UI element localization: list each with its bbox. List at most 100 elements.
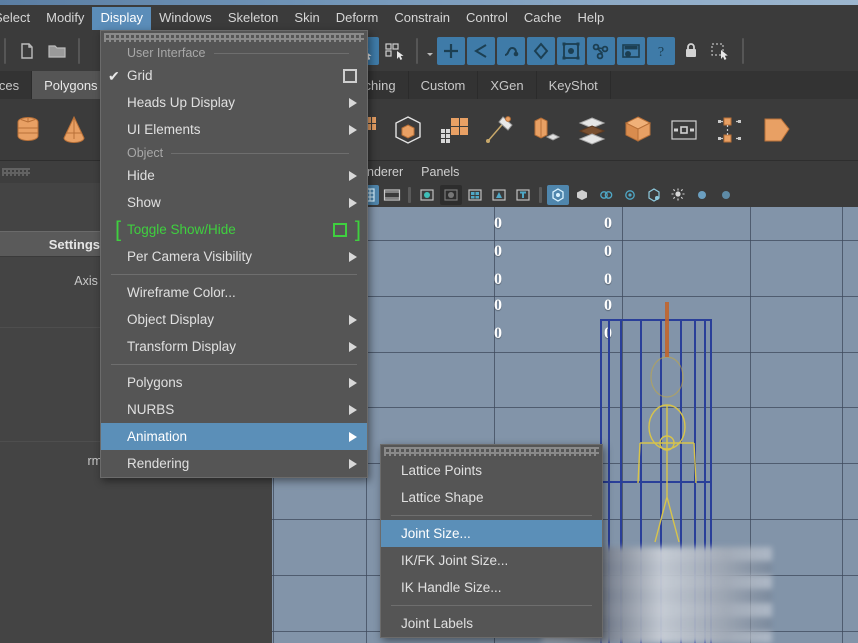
menu-select[interactable]: Select (0, 7, 38, 30)
menu-item-object-display[interactable]: Object Display (101, 306, 367, 333)
poly-quadrangulate-icon[interactable] (434, 108, 474, 152)
poly-cylinder-icon[interactable] (8, 108, 48, 152)
submenu-tearoff-handle[interactable] (384, 447, 599, 456)
submenu-item-joint-labels[interactable]: Joint Labels (381, 610, 602, 637)
menu-windows[interactable]: Windows (151, 7, 220, 30)
shelf-tab-faces[interactable]: faces (0, 71, 32, 99)
submenu-divider (391, 605, 592, 606)
menu-modify[interactable]: Modify (38, 7, 92, 30)
lighting-all-icon[interactable] (488, 185, 510, 205)
maya-window: SelectModifyDisplayWindowsSkeletonSkinDe… (0, 0, 858, 643)
viewport-settings-icon[interactable] (715, 185, 737, 205)
menu-item-animation[interactable]: Animation (101, 423, 367, 450)
menu-deform[interactable]: Deform (328, 7, 387, 30)
shelf-tab-custom[interactable]: Custom (409, 71, 479, 99)
isolate-select-icon[interactable] (643, 185, 665, 205)
submenu-item-lattice-points[interactable]: Lattice Points (381, 457, 602, 484)
menu-cache[interactable]: Cache (516, 7, 570, 30)
shelf-tab-polygons[interactable]: Polygons (32, 71, 110, 99)
poly-wedge-icon[interactable] (756, 108, 796, 152)
menu-item-label: Object Display (127, 312, 349, 327)
submenu-item-joint-size[interactable]: Joint Size... (381, 520, 602, 547)
film-gate-icon[interactable] (381, 185, 403, 205)
toolbar-separator (78, 38, 80, 64)
construction-plane-icon[interactable] (587, 37, 615, 65)
menu-display[interactable]: Display (92, 7, 151, 30)
menu-group-label: Object (127, 146, 163, 160)
display-dropdown-menu[interactable]: User Interface✔GridHeads Up DisplayUI El… (100, 30, 368, 478)
menu-skin[interactable]: Skin (286, 7, 327, 30)
poly-bridge-icon[interactable] (710, 108, 750, 152)
menu-item-label: Wireframe Color... (127, 285, 357, 300)
screen-space-ao-icon[interactable] (547, 185, 569, 205)
wireframe-on-shaded-icon[interactable] (464, 185, 486, 205)
menu-skeleton[interactable]: Skeleton (220, 7, 287, 30)
poly-transfer-attributes-icon[interactable] (664, 108, 704, 152)
menu-item-per-camera-visibility[interactable]: Per Camera Visibility (101, 243, 367, 270)
option-box-icon[interactable] (343, 69, 357, 83)
snap-to-view-plane-icon[interactable] (527, 37, 555, 65)
hardware-texture-icon[interactable] (416, 185, 438, 205)
panel-grip-handle[interactable] (2, 168, 30, 176)
open-scene-icon[interactable] (43, 37, 71, 65)
poly-layers-icon[interactable] (572, 108, 612, 152)
menu-item-label: Animation (127, 429, 349, 444)
submenu-item-lattice-shape[interactable]: Lattice Shape (381, 484, 602, 511)
snap-to-projected-center-icon[interactable] (557, 37, 585, 65)
gamma-correct-icon[interactable] (691, 185, 713, 205)
option-box-icon[interactable] (333, 223, 347, 237)
submenu-item-label: IK/FK Joint Size... (401, 553, 592, 568)
submenu-item-ik-fk-joint-size[interactable]: IK/FK Joint Size... (381, 547, 602, 574)
toolbar-separator (4, 38, 6, 64)
menu-item-wireframe-color[interactable]: Wireframe Color... (101, 279, 367, 306)
select-by-component-type-icon[interactable] (381, 37, 409, 65)
submenu-arrow-icon (349, 98, 357, 108)
chevron-down-icon[interactable] (425, 46, 435, 56)
lock-icon[interactable] (677, 37, 705, 65)
render-help-icon[interactable]: ? (647, 37, 675, 65)
menu-item-ui-elements[interactable]: UI Elements (101, 116, 367, 143)
new-scene-icon[interactable] (13, 37, 41, 65)
poly-extract-icon[interactable] (526, 108, 566, 152)
snap-to-point-icon[interactable] (497, 37, 525, 65)
menu-item-grid[interactable]: ✔Grid (101, 62, 367, 89)
multisample-icon[interactable] (595, 185, 617, 205)
depth-of-field-icon[interactable] (619, 185, 641, 205)
poly-cube-wire-icon[interactable] (388, 108, 428, 152)
light-toggle-icon[interactable] (667, 185, 689, 205)
poly-measure-icon[interactable] (480, 108, 520, 152)
menu-item-hide[interactable]: Hide (101, 162, 367, 189)
menu-item-heads-up-display[interactable]: Heads Up Display (101, 89, 367, 116)
use-default-material-icon[interactable] (440, 185, 462, 205)
animation-submenu[interactable]: Lattice Points Lattice Shape Joint Size...… (380, 444, 603, 638)
menu-control[interactable]: Control (458, 7, 516, 30)
selection-mask-icon[interactable] (707, 37, 735, 65)
snap-to-grid-icon[interactable] (437, 37, 465, 65)
panel-menu-panels[interactable]: Panels (412, 165, 468, 179)
menu-group-header: Object (101, 143, 367, 162)
snap-to-curve-icon[interactable] (467, 37, 495, 65)
menu-item-rendering[interactable]: Rendering (101, 450, 367, 477)
menu-item-nurbs[interactable]: NURBS (101, 396, 367, 423)
submenu-item-label: Lattice Shape (401, 490, 592, 505)
poly-smooth-icon[interactable] (618, 108, 658, 152)
checkmark-icon: ✔ (108, 69, 120, 83)
menu-item-label: Hide (127, 168, 349, 183)
texture-toggle-icon[interactable] (512, 185, 534, 205)
menu-item-polygons[interactable]: Polygons (101, 369, 367, 396)
shelf-tab-xgen[interactable]: XGen (478, 71, 536, 99)
menu-item-toggle-show-hide[interactable]: []Toggle Show/Hide (101, 216, 367, 243)
motion-blur-icon[interactable] (571, 185, 593, 205)
menu-constrain[interactable]: Constrain (386, 7, 458, 30)
option-bracket-right-icon: ] (355, 218, 361, 240)
poly-cone-icon[interactable] (54, 108, 94, 152)
menu-item-transform-display[interactable]: Transform Display (101, 333, 367, 360)
menu-group-rule (214, 53, 349, 54)
main-menu-bar: SelectModifyDisplayWindowsSkeletonSkinDe… (0, 5, 858, 31)
shelf-tab-keyshot[interactable]: KeyShot (537, 71, 611, 99)
make-live-icon[interactable] (617, 37, 645, 65)
submenu-item-ik-handle-size[interactable]: IK Handle Size... (381, 574, 602, 601)
menu-tearoff-handle[interactable] (104, 33, 364, 42)
menu-item-show[interactable]: Show (101, 189, 367, 216)
menu-help[interactable]: Help (569, 7, 612, 30)
